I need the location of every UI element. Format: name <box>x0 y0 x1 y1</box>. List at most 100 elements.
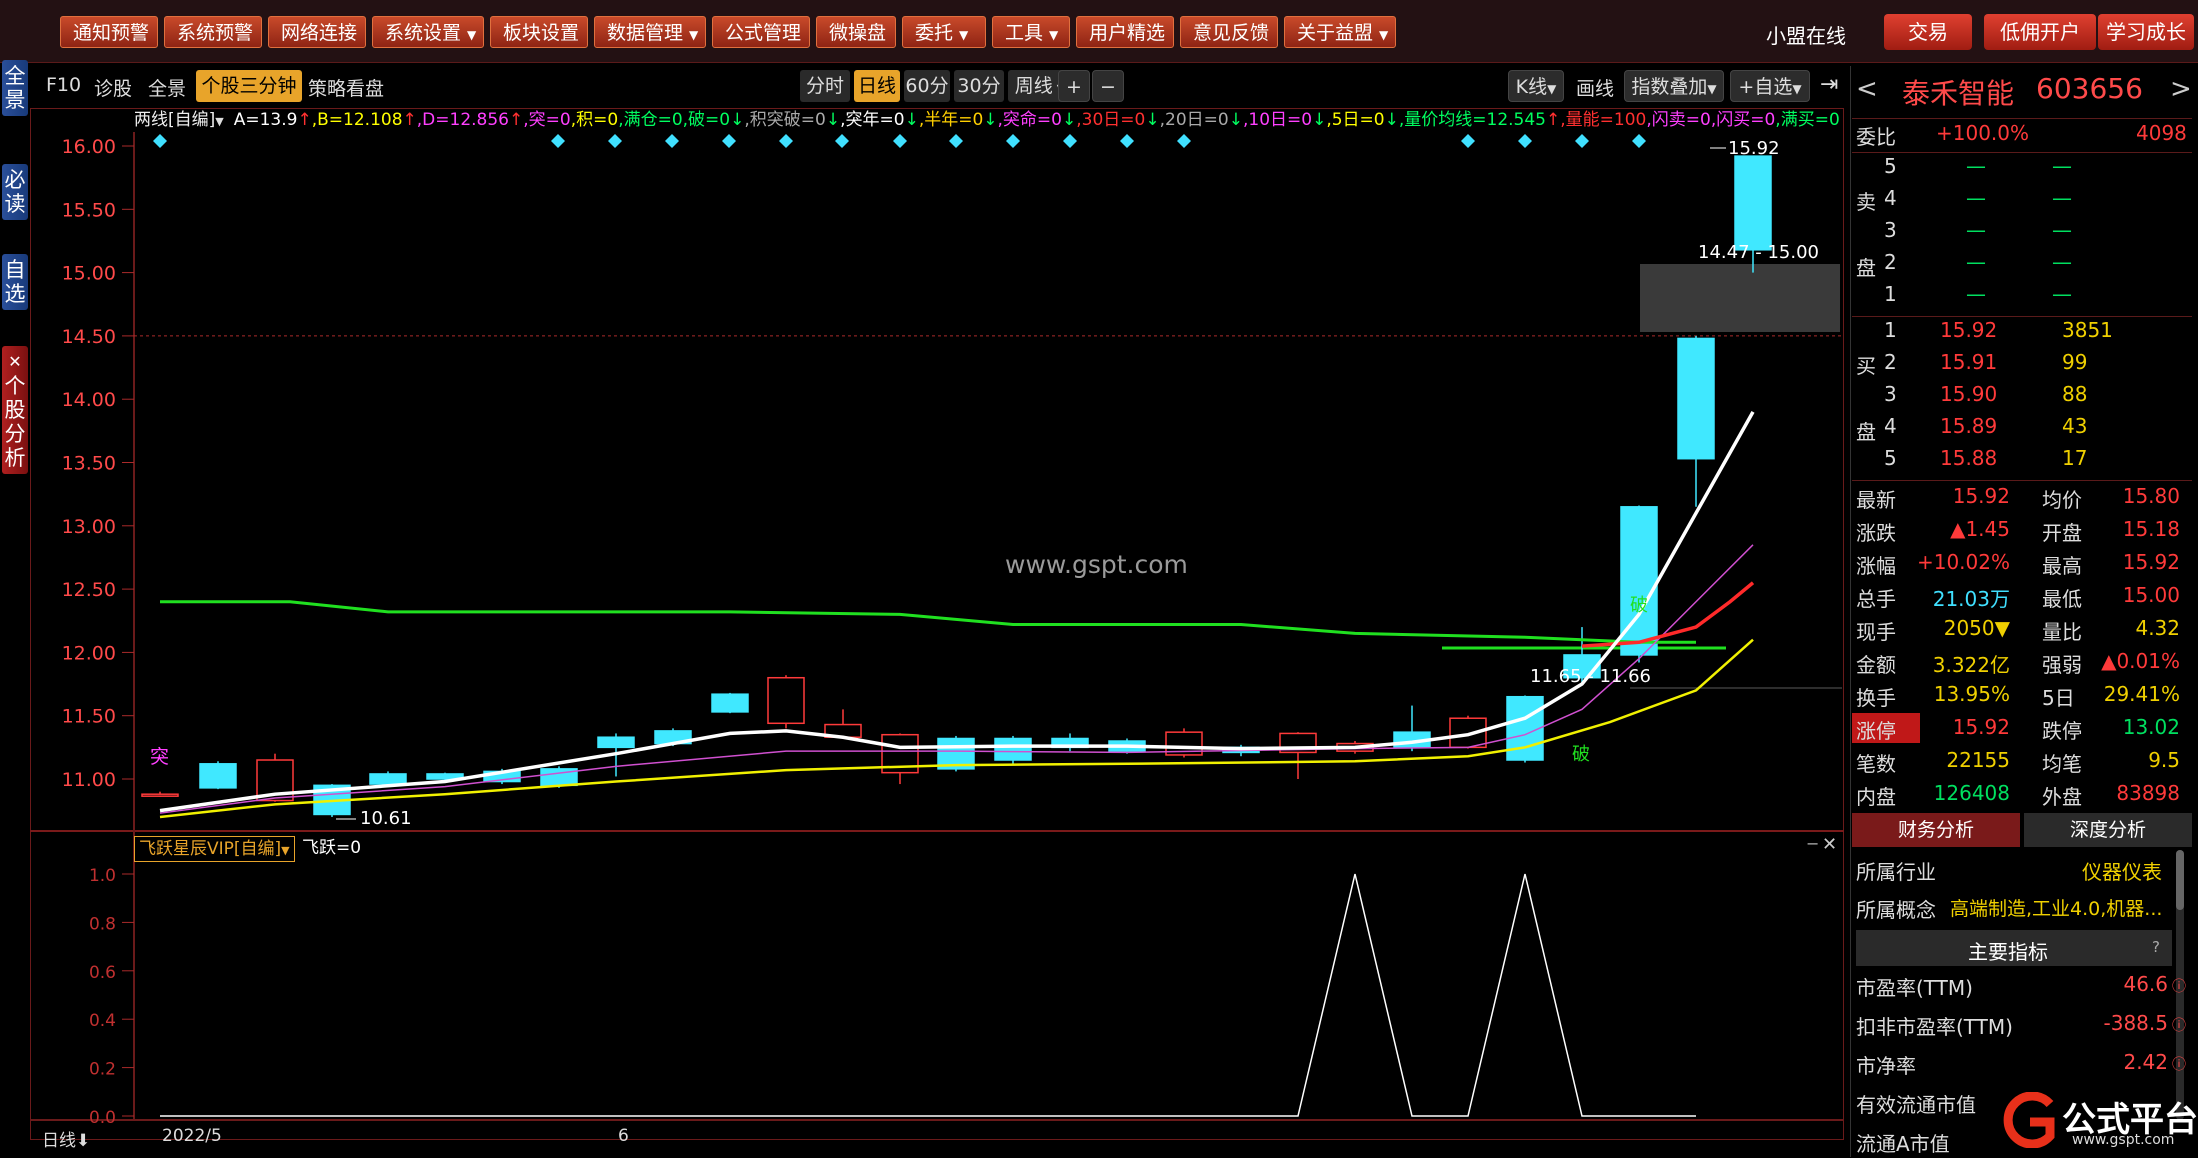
period-tab[interactable]: 30分 <box>954 70 1004 102</box>
menu-item[interactable]: 工具 ▼ <box>992 16 1070 48</box>
period-tab-label: 60分 <box>905 75 949 97</box>
fin-label: 有效流通市值 <box>1856 1093 1976 1117</box>
quote-value: 15.92 <box>1952 484 2010 508</box>
candle[interactable] <box>597 736 635 749</box>
ask-row[interactable]: 3 — — <box>1856 218 2186 248</box>
y-tick-label: 14.00 <box>62 389 116 411</box>
ask-row[interactable]: 5 — — <box>1856 154 2186 184</box>
zoom-in-button[interactable]: + <box>1058 70 1090 102</box>
y-tick-label: 11.50 <box>62 706 116 728</box>
candle[interactable] <box>1734 155 1772 251</box>
panorama-button[interactable]: 全景 <box>148 74 186 101</box>
trade-button[interactable]: 交易 <box>1884 14 1972 50</box>
bid-row[interactable]: 5 15.88 17 <box>1856 446 2186 476</box>
menu-item[interactable]: 微操盘 <box>816 16 896 48</box>
strategy-button[interactable]: 策略看盘 <box>308 74 384 101</box>
period-tab[interactable]: 日线 <box>854 70 900 102</box>
learn-button[interactable]: 学习成长 <box>2098 14 2194 50</box>
candle[interactable] <box>994 737 1032 761</box>
menu-item[interactable]: 通知预警 <box>60 16 158 48</box>
draw-button[interactable]: 画线 <box>1576 74 1614 101</box>
candle[interactable] <box>1677 337 1715 460</box>
open-account-button[interactable]: 低佣开户 <box>1984 14 2096 50</box>
quote-row: 涨幅 +10.02% 最高 15.92 <box>1856 550 2186 580</box>
period-tab[interactable]: 60分 <box>904 70 950 102</box>
industry-value[interactable]: 仪器仪表 <box>2082 856 2162 885</box>
price-range-label: 14.47 - 15.00 <box>1698 242 1819 263</box>
tab-depth[interactable]: 深度分析 <box>2024 813 2192 847</box>
period-tab[interactable]: 分时 <box>800 70 850 102</box>
menu-item[interactable]: 板块设置 <box>490 16 588 48</box>
left-tab-must-read[interactable]: 必读 <box>2 164 28 220</box>
info-icon[interactable]: ⓘ <box>2172 1015 2186 1035</box>
ask-row[interactable]: 2 — — <box>1856 250 2186 280</box>
kline-dropdown[interactable]: K线▼ <box>1508 70 1564 102</box>
collapse-panel-icon[interactable]: ⇥ <box>1820 72 1838 97</box>
candle[interactable] <box>141 793 179 797</box>
minimize-icon[interactable]: − <box>1806 834 1819 853</box>
left-tab-stock-analysis[interactable]: ✕ 个股分析 <box>2 346 28 474</box>
menu-item[interactable]: 委托 ▼ <box>902 16 986 48</box>
fin-label: 市盈率(TTM) <box>1856 976 1973 1000</box>
close-icon[interactable]: ✕ <box>2 350 28 374</box>
quote-label: 量比 <box>2042 620 2082 644</box>
bid-row[interactable]: 1 15.92 3851 <box>1856 318 2186 348</box>
industry-label: 所属行业 <box>1856 860 1936 884</box>
index-overlay-dropdown[interactable]: 指数叠加▼ <box>1624 70 1724 102</box>
menu-item-label: 通知预警 <box>73 22 150 44</box>
tab-financial[interactable]: 财务分析 <box>1852 813 2020 847</box>
bid-row[interactable]: 2 15.91 99 <box>1856 350 2186 380</box>
candle[interactable] <box>369 773 407 785</box>
zoom-out-button[interactable]: − <box>1092 70 1124 102</box>
diagnose-button[interactable]: 诊股 <box>94 74 132 101</box>
bid-price: 15.92 <box>1940 318 1998 342</box>
ask-row[interactable]: 4 — — <box>1856 186 2186 216</box>
menu-item[interactable]: 系统预警 <box>164 16 262 48</box>
menu-item-label: 微操盘 <box>829 22 887 44</box>
signal-diamond <box>665 134 679 148</box>
add-watch-dropdown[interactable]: +自选▼ <box>1730 70 1810 102</box>
weibi-label: 委比 <box>1856 125 1896 149</box>
info-icon[interactable]: ⓘ <box>2172 976 2186 996</box>
menu-item[interactable]: 意见反馈 <box>1180 16 1278 48</box>
ask-row[interactable]: 1 — — <box>1856 282 2186 312</box>
left-tab-panorama[interactable]: 全景 <box>2 60 28 116</box>
f10-button[interactable]: F10 <box>46 74 81 96</box>
next-stock-icon[interactable]: > <box>2170 74 2192 104</box>
menu-item[interactable]: 公式管理 <box>712 16 810 48</box>
arrow-down-icon: ⬇ <box>76 1131 91 1151</box>
y-tick-label: 13.50 <box>62 453 116 475</box>
candle[interactable] <box>199 763 237 789</box>
quote-label: 强弱 <box>2042 653 2082 677</box>
kline-chart[interactable]: 16.00 15.50 15.00 14.50 14.00 13.50 13.00 12.50… <box>30 108 1844 1140</box>
concept-row: 所属概念 高端制造,工业4.0,机器... <box>1856 894 2186 924</box>
menu-item[interactable]: 关于益盟 ▼ <box>1284 16 1396 48</box>
quote-label: 换手 <box>1856 686 1896 710</box>
help-icon[interactable]: ? <box>2152 938 2160 956</box>
info-icon[interactable]: ⓘ <box>2172 1054 2186 1074</box>
candle[interactable] <box>767 676 805 725</box>
left-tab-watchlist[interactable]: 自选 <box>2 254 28 310</box>
close-icon[interactable]: ✕ <box>1822 834 1837 855</box>
bid-level: 3 <box>1884 382 1897 406</box>
quote-value: 15.92 <box>2122 550 2180 574</box>
prev-stock-icon[interactable]: < <box>1856 74 1878 104</box>
ask-level: 4 <box>1884 186 1897 210</box>
menu-item[interactable]: 系统设置 ▼ <box>372 16 484 48</box>
candle[interactable] <box>1620 506 1658 656</box>
three-min-button[interactable]: 个股三分钟 <box>196 70 302 102</box>
bid-row[interactable]: 3 15.90 88 <box>1856 382 2186 412</box>
candle[interactable] <box>711 693 749 713</box>
chevron-down-icon: ▼ <box>689 28 699 42</box>
scrollbar-thumb[interactable] <box>2176 850 2184 910</box>
sub-indicator-dropdown[interactable]: 飞跃星辰VIP[自编]▼ <box>134 836 295 862</box>
y-tick-label: 12.50 <box>62 579 116 601</box>
menu-item[interactable]: 网络连接 <box>268 16 366 48</box>
kline-label: K线 <box>1515 76 1548 98</box>
menu-item[interactable]: 数据管理 ▼ <box>594 16 706 48</box>
bid-row[interactable]: 4 15.89 43 <box>1856 414 2186 444</box>
concept-value[interactable]: 高端制造,工业4.0,机器... <box>1950 894 2162 921</box>
bid-level: 2 <box>1884 350 1897 374</box>
quote-value: 15.18 <box>2122 517 2180 541</box>
menu-item[interactable]: 用户精选 <box>1076 16 1174 48</box>
